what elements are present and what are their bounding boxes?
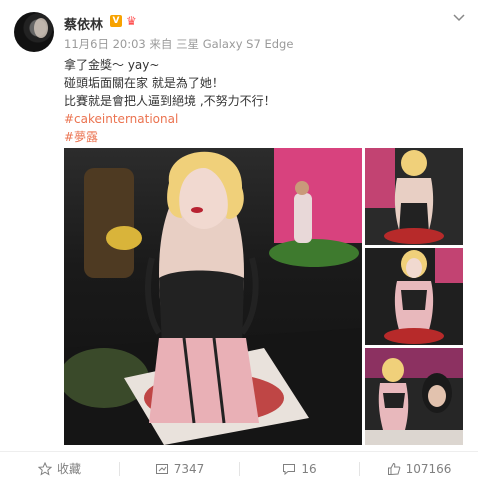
thumb-back-view	[365, 148, 463, 245]
repost-button[interactable]: 7347	[120, 452, 239, 485]
like-button[interactable]: 107166	[360, 452, 478, 485]
vip-icon[interactable]: ♛	[126, 14, 140, 28]
comment-count: 16	[301, 461, 317, 476]
like-count: 107166	[405, 461, 452, 476]
thumb-front-view	[365, 248, 463, 345]
favorite-button[interactable]: 收藏	[0, 452, 119, 485]
thumbs-up-icon	[387, 462, 400, 475]
action-bar: 收藏 7347 16 107166	[0, 451, 478, 485]
post-text: 拿了金獎～ yay~ 碰頭垢面關在家 就是為了她！ 比賽就是會把人逼到絕境 ,不…	[64, 56, 276, 146]
main-photo[interactable]	[64, 148, 362, 445]
repost-count: 7347	[173, 461, 205, 476]
post-line: 拿了金獎～ yay~	[64, 58, 160, 72]
avatar[interactable]	[14, 12, 54, 52]
favorite-label: 收藏	[56, 462, 81, 476]
weibo-post: 蔡依林 V ♛ 11月6日 20:03 来自 三星 Galaxy S7 Edge…	[0, 0, 478, 484]
chevron-down-icon[interactable]	[452, 10, 466, 24]
verified-badge: V	[110, 15, 122, 27]
hashtag-link[interactable]: #cakeinternational	[64, 110, 276, 128]
post-meta: 11月6日 20:03 来自 三星 Galaxy S7 Edge	[64, 36, 293, 52]
timestamp[interactable]: 11月6日 20:03	[64, 37, 146, 51]
media-grid	[64, 148, 463, 445]
comment-icon	[283, 463, 296, 475]
cake-illustration	[64, 148, 362, 445]
device-source[interactable]: 三星 Galaxy S7 Edge	[176, 37, 293, 51]
repost-icon	[155, 463, 168, 474]
author-name[interactable]: 蔡依林	[64, 14, 103, 33]
thumbnail-photo[interactable]	[365, 148, 463, 245]
thumbnail-photo[interactable]	[365, 248, 463, 345]
comment-button[interactable]: 16	[240, 452, 359, 485]
hashtag-link[interactable]: #夢露	[64, 128, 276, 146]
source-prefix: 来自	[149, 37, 173, 51]
star-icon	[37, 461, 52, 476]
thumb-with-person	[365, 348, 463, 445]
thumbnail-photo[interactable]	[365, 348, 463, 445]
post-line: 碰頭垢面關在家 就是為了她！	[64, 76, 224, 90]
post-line: 比賽就是會把人逼到絕境 ,不努力不行！	[64, 94, 276, 108]
